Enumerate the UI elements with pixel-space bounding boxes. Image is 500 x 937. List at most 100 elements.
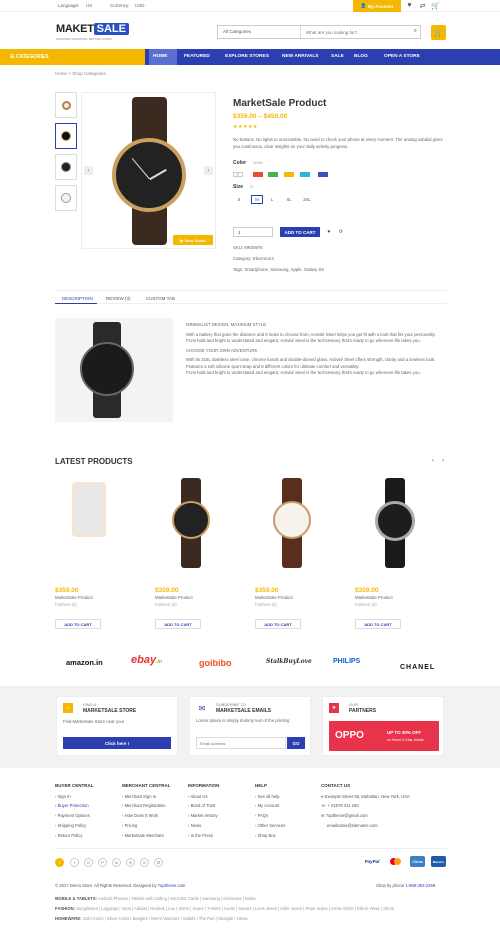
brand-amazon[interactable]: amazon.in: [66, 658, 103, 667]
shop-phone-number[interactable]: 1-899-353-2268: [405, 883, 435, 888]
product-name[interactable]: MarketSale Product: [255, 595, 293, 602]
product-thumbnail[interactable]: [55, 154, 77, 180]
categories-menu[interactable]: ☰ CATEGORIES: [0, 49, 145, 65]
add-to-cart-button[interactable]: ADD TO CART: [55, 619, 101, 629]
designer-link[interactable]: 7uptheme.com: [158, 883, 186, 888]
footer-link[interactable]: › Pricing: [122, 821, 171, 831]
color-swatch-red[interactable]: [253, 172, 263, 177]
language-selector[interactable]: US: [86, 3, 92, 8]
contact-email[interactable]: 7uptheme@gmail.com: [326, 813, 368, 818]
tags-links[interactable]: Smartphone, Samsung, Apple, Galaxy S8: [244, 267, 323, 272]
nav-new-arrivals[interactable]: NEW ARRIVALS: [282, 54, 319, 59]
color-swatch-green[interactable]: [268, 172, 278, 177]
email-input[interactable]: [196, 737, 286, 749]
breadcrumb-home[interactable]: Home: [55, 71, 67, 76]
contact-email[interactable]: emailname@sitename.com: [327, 823, 378, 828]
footer-link[interactable]: › Sign In: [55, 792, 94, 802]
brand-stalkbuylove[interactable]: StalkBuyLove: [266, 658, 312, 665]
brand-philips[interactable]: PHILIPS: [333, 658, 360, 665]
my-account-button[interactable]: 👤 My Account: [353, 0, 401, 12]
footer-link[interactable]: › Other Services: [255, 821, 285, 831]
size-option-m[interactable]: M: [251, 195, 263, 204]
category-select[interactable]: All Categories: [223, 29, 251, 34]
product-category[interactable]: Fashion (6): [155, 602, 177, 609]
footer-link[interactable]: › FAQs: [255, 811, 285, 821]
footer-link[interactable]: › Merchant Registration: [122, 801, 171, 811]
subscribe-go-button[interactable]: GO: [287, 737, 305, 749]
carousel-prev-icon[interactable]: ‹: [430, 457, 436, 465]
color-swatch-blue[interactable]: [318, 172, 328, 177]
brand-chanel[interactable]: CHANEL: [400, 664, 435, 671]
product-name[interactable]: MarketSale Product: [155, 595, 193, 602]
compare-icon[interactable]: ⇄: [418, 1, 427, 10]
search-input[interactable]: [306, 27, 406, 37]
product-name[interactable]: MarketSale Product: [55, 595, 93, 602]
footer-link[interactable]: › My Account: [255, 801, 285, 811]
facebook-icon[interactable]: f: [55, 858, 64, 867]
next-arrow-icon[interactable]: ›: [204, 166, 213, 175]
color-swatch-yellow[interactable]: [284, 172, 294, 177]
footer-link[interactable]: › News: [188, 821, 219, 831]
footer-link[interactable]: › In the Press: [188, 831, 219, 841]
footer-link[interactable]: › Shipping Policy: [55, 821, 94, 831]
color-swatch-cyan[interactable]: [300, 172, 310, 177]
size-option-l[interactable]: L: [266, 195, 278, 204]
link-row-links[interactable]: Sunglasses | Leggings | Vans | Adidas | …: [76, 906, 394, 911]
search-icon[interactable]: ⌕: [414, 28, 417, 35]
nav-blog[interactable]: BLOG: [354, 54, 368, 59]
twitter-icon[interactable]: t: [70, 858, 79, 867]
add-to-cart-button[interactable]: ADD TO CART: [280, 227, 320, 237]
instagram-icon[interactable]: ◎: [126, 858, 135, 867]
cart-icon[interactable]: 🛒: [431, 1, 440, 10]
link-row-links[interactable]: Android Phones | Tablets with Calling | …: [98, 896, 256, 901]
header-cart-button[interactable]: 🛒: [431, 25, 446, 40]
footer-link[interactable]: › Shop Box: [255, 831, 285, 841]
product-thumbnail[interactable]: [55, 123, 77, 149]
tab-description[interactable]: DESCRIPTION: [62, 296, 93, 301]
carousel-next-icon[interactable]: ›: [440, 457, 446, 465]
click-here-button[interactable]: Click here !: [63, 737, 171, 749]
footer-link[interactable]: › How Does It Work: [122, 811, 171, 821]
nav-home[interactable]: HOME: [153, 54, 167, 59]
color-swatch-white[interactable]: ✓: [233, 172, 243, 178]
size-option-s[interactable]: S: [233, 195, 245, 204]
footer-link[interactable]: › Buyer Protection: [55, 801, 94, 811]
oppo-banner[interactable]: OPPO UP TO 30% OFF on Home & Kids, Adult…: [329, 721, 439, 751]
product-thumbnail[interactable]: [55, 92, 77, 118]
pinterest-icon[interactable]: P: [98, 858, 107, 867]
size-option-2xl[interactable]: 2XL: [300, 195, 314, 204]
link-row-links[interactable]: Gold Coins | Silver Coins | Bangles | Me…: [83, 916, 248, 921]
tab-review[interactable]: REVIEW (3): [106, 296, 131, 301]
prev-arrow-icon[interactable]: ‹: [84, 166, 93, 175]
quantity-stepper[interactable]: 1: [233, 227, 273, 237]
footer-link[interactable]: › Payment Options: [55, 811, 94, 821]
footer-link[interactable]: › Merchant Sign In: [122, 792, 171, 802]
nav-open-store[interactable]: OPEN A STORE: [384, 54, 420, 59]
brand-ebay[interactable]: ebay.in: [131, 654, 162, 666]
product-category[interactable]: Fashion (6): [355, 602, 377, 609]
rss-icon[interactable]: ☰: [154, 858, 163, 867]
nav-featured[interactable]: FEATURED: [184, 54, 210, 59]
size-option-xl[interactable]: XL: [283, 195, 295, 204]
refresh-compare-icon[interactable]: ⟳: [337, 228, 345, 236]
category-link[interactable]: Electronics: [253, 256, 274, 261]
footer-link[interactable]: › Marketsale Merchant: [122, 831, 171, 841]
tab-custom[interactable]: CUSTOM TAB: [146, 296, 175, 301]
site-logo[interactable]: MAKET SALE: [56, 23, 129, 35]
product-category[interactable]: Fashion (6): [255, 602, 277, 609]
nav-sale[interactable]: SALE: [331, 54, 344, 59]
nav-explore-stores[interactable]: EXPLORE STORES: [225, 54, 269, 59]
product-card[interactable]: $359.00 MarketSale Product Fashion (6) A…: [155, 468, 237, 638]
skype-icon[interactable]: S: [140, 858, 149, 867]
footer-link[interactable]: › Market History: [188, 811, 219, 821]
google-plus-icon[interactable]: G: [84, 858, 93, 867]
add-to-cart-button[interactable]: ADD TO CART: [155, 619, 201, 629]
wishlist-icon[interactable]: ♥: [325, 228, 333, 236]
product-card[interactable]: $359.00 MarketSale Product Fashion (6) A…: [255, 468, 337, 638]
footer-link[interactable]: › Return Policy: [55, 831, 94, 841]
product-category[interactable]: Fashion (6): [55, 602, 77, 609]
add-to-cart-button[interactable]: ADD TO CART: [355, 619, 401, 629]
heart-icon[interactable]: ♥: [405, 1, 414, 10]
view-video-button[interactable]: ▶ View Video: [173, 235, 213, 245]
product-name[interactable]: MarketSale Product: [355, 595, 393, 602]
